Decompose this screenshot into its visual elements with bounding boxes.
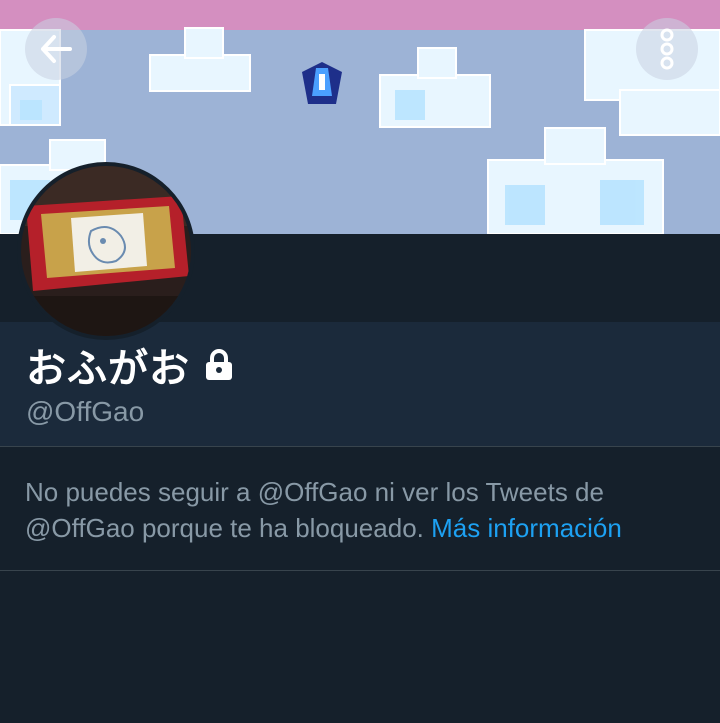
more-options-button[interactable]	[636, 18, 698, 80]
avatar-image	[21, 166, 191, 336]
timeline-empty-area	[0, 571, 720, 723]
lock-icon	[206, 349, 232, 380]
profile-handle: @OffGao	[26, 396, 145, 427]
divider	[0, 446, 720, 447]
avatar[interactable]	[17, 162, 195, 340]
display-name-row: おふがお	[26, 336, 234, 394]
back-button[interactable]	[25, 18, 87, 80]
learn-more-link[interactable]: Más información	[431, 513, 622, 543]
display-name: おふがお	[26, 346, 190, 392]
vertical-dots-icon	[660, 28, 674, 70]
arrow-left-icon	[41, 35, 72, 63]
blocked-notice: No puedes seguir a @OffGao ni ver los Tw…	[25, 474, 705, 546]
